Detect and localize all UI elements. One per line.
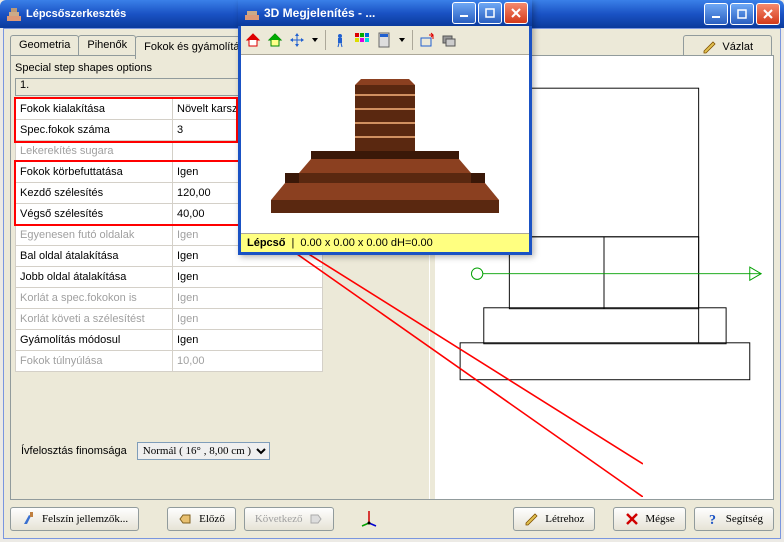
move-icon[interactable] [289,32,305,48]
preview-titlebar[interactable]: 3D Megjelenítés - ... [238,0,532,26]
dropdown-icon[interactable] [398,32,406,48]
preview-body: Lépcső | 0.00 x 0.00 x 0.00 dH=0.00 [238,26,532,255]
hand-left-icon [178,511,194,527]
minimize-button[interactable] [704,3,728,25]
preview-app-icon [244,5,260,21]
preview-maximize-button[interactable] [478,2,502,24]
cell-label[interactable]: Végső szélesítés [16,204,173,225]
preview-toolbar [241,26,529,55]
axis-icon[interactable] [360,509,378,530]
help-button[interactable]: ? Segítség [694,507,774,531]
cell-label[interactable]: Gyámolítás módosul [16,330,173,351]
cell-label[interactable]: Fokok kialakítása [16,99,173,120]
man-icon[interactable] [332,32,348,48]
main-title: Lépcsőszerkesztés [26,8,126,20]
cell-label[interactable]: Kezdő szélesítés [16,183,173,204]
app-icon [6,6,22,22]
brush-icon [21,511,37,527]
cell-label: Egyenesen futó oldalak [16,225,173,246]
maximize-button[interactable] [730,3,754,25]
cancel-button[interactable]: Mégse [613,507,685,531]
resolution-row: Ívfelosztás finomsága Normál ( 16° , 8,0… [21,442,270,460]
preview-title: 3D Megjelenítés - ... [264,6,375,20]
cell-value: Igen [173,309,323,330]
cell-label: Korlát követi a szélesítést [16,309,173,330]
layers-icon[interactable] [441,32,457,48]
export-icon[interactable] [419,32,435,48]
preview-canvas[interactable] [241,55,529,233]
table-row: Korlát követi a szélesítéstIgen [16,309,323,330]
preview-statusbar: Lépcső | 0.00 x 0.00 x 0.00 dH=0.00 [241,233,529,252]
button-bar: Felszín jellemzők... Előző Következő Lét… [10,506,774,532]
dropdown-icon[interactable] [311,32,319,48]
cell-label: Korlát a spec.fokokon is [16,288,173,309]
close-button[interactable] [756,3,780,25]
separator [325,30,326,50]
surface-button[interactable]: Felszín jellemzők... [10,507,139,531]
cell-label[interactable]: Fokok körbefuttatása [16,162,173,183]
cell-label: Fokok túlnyúlása [16,351,173,372]
cell-value: 10,00 [173,351,323,372]
create-button[interactable]: Létrehoz [513,507,595,531]
cell-label[interactable]: Spec.fokok száma [16,120,173,141]
status-dims: 0.00 x 0.00 x 0.00 dH=0.00 [300,237,432,249]
separator [412,30,413,50]
table-row: Gyámolítás módosulIgen [16,330,323,351]
svg-text:?: ? [709,513,716,527]
cell-value[interactable]: Igen [173,330,323,351]
resolution-label: Ívfelosztás finomsága [21,445,127,457]
cell-label[interactable]: Jobb oldal átalakítása [16,267,173,288]
pencil-icon [702,39,718,55]
main-window: Lépcsőszerkesztés Geometria Pihenők Foko… [0,0,784,542]
table-row: Jobb oldal átalakításaIgen [16,267,323,288]
calculator-icon[interactable] [376,32,392,48]
hand-right-icon [307,511,323,527]
pencil-icon [524,511,540,527]
question-icon: ? [705,511,721,527]
table-row: Korlát a spec.fokokon isIgen [16,288,323,309]
preview-close-button[interactable] [504,2,528,24]
stairs-3d-icon [241,55,529,233]
preview-minimize-button[interactable] [452,2,476,24]
table-row: Fokok túlnyúlása10,00 [16,351,323,372]
cell-label[interactable]: Bal oldal átalakítása [16,246,173,267]
cell-label: Lekerekítés sugara [16,141,173,162]
status-label: Lépcső [247,237,286,249]
cell-value[interactable]: Igen [173,267,323,288]
cell-value: Igen [173,288,323,309]
house-green-icon[interactable] [267,32,283,48]
next-button: Következő [244,507,335,531]
x-icon [624,511,640,527]
prev-button[interactable]: Előző [167,507,236,531]
house-red-icon[interactable] [245,32,261,48]
resolution-select[interactable]: Normál ( 16° , 8,00 cm ) [137,442,270,460]
palette-icon[interactable] [354,32,370,48]
preview-window: 3D Megjelenítés - ... [238,0,532,255]
tab-fokok[interactable]: Fokok és gyámolítás [135,36,254,59]
